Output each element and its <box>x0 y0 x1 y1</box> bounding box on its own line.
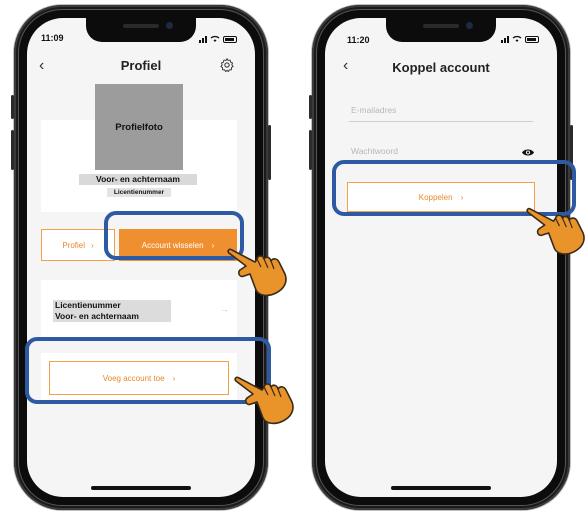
account-license: Licentienummer <box>53 300 171 311</box>
home-indicator <box>391 486 491 490</box>
side-button <box>309 95 312 119</box>
side-button <box>268 125 271 180</box>
speaker <box>123 24 159 28</box>
highlight-box <box>104 211 244 260</box>
page-title: Koppel account <box>392 60 490 75</box>
password-field[interactable]: Wachtwoord <box>351 146 398 156</box>
eye-icon[interactable] <box>521 148 535 157</box>
status-time: 11:09 <box>41 33 64 43</box>
profile-license: Licentienummer <box>107 188 171 197</box>
battery-icon <box>223 35 237 43</box>
status-icons <box>501 35 539 43</box>
side-button <box>309 130 312 170</box>
front-camera <box>166 22 173 29</box>
gear-icon[interactable] <box>219 57 235 73</box>
pointing-hand-icon <box>234 376 294 425</box>
profile-button-label: Profiel <box>62 240 85 250</box>
profile-photo: Profielfoto <box>95 84 183 170</box>
status-icons <box>199 35 237 43</box>
chevron-right-icon: › <box>91 240 94 250</box>
arrow-right-icon: → <box>220 304 229 314</box>
pointing-hand-icon <box>526 207 585 255</box>
status-time: 11:20 <box>347 35 370 45</box>
email-field-underline <box>349 121 533 122</box>
side-button <box>11 130 14 170</box>
wifi-icon <box>210 35 220 42</box>
notch <box>86 18 196 42</box>
home-indicator <box>91 486 191 490</box>
email-field[interactable]: E-mailadres <box>351 105 396 115</box>
signal-icon <box>501 35 509 43</box>
signal-icon <box>199 35 207 43</box>
profile-photo-label: Profielfoto <box>115 121 163 133</box>
side-button <box>11 95 14 119</box>
front-camera <box>466 22 473 29</box>
battery-icon <box>525 35 539 43</box>
account-name: Voor- en achternaam <box>53 311 171 322</box>
right-screen: 11:20 ‹ Koppel account E-mailadres Wacht… <box>325 18 557 497</box>
wifi-icon <box>512 35 522 42</box>
pointing-hand-icon <box>227 248 287 297</box>
profile-name: Voor- en achternaam <box>79 174 197 185</box>
notch <box>386 18 496 42</box>
speaker <box>423 24 459 28</box>
